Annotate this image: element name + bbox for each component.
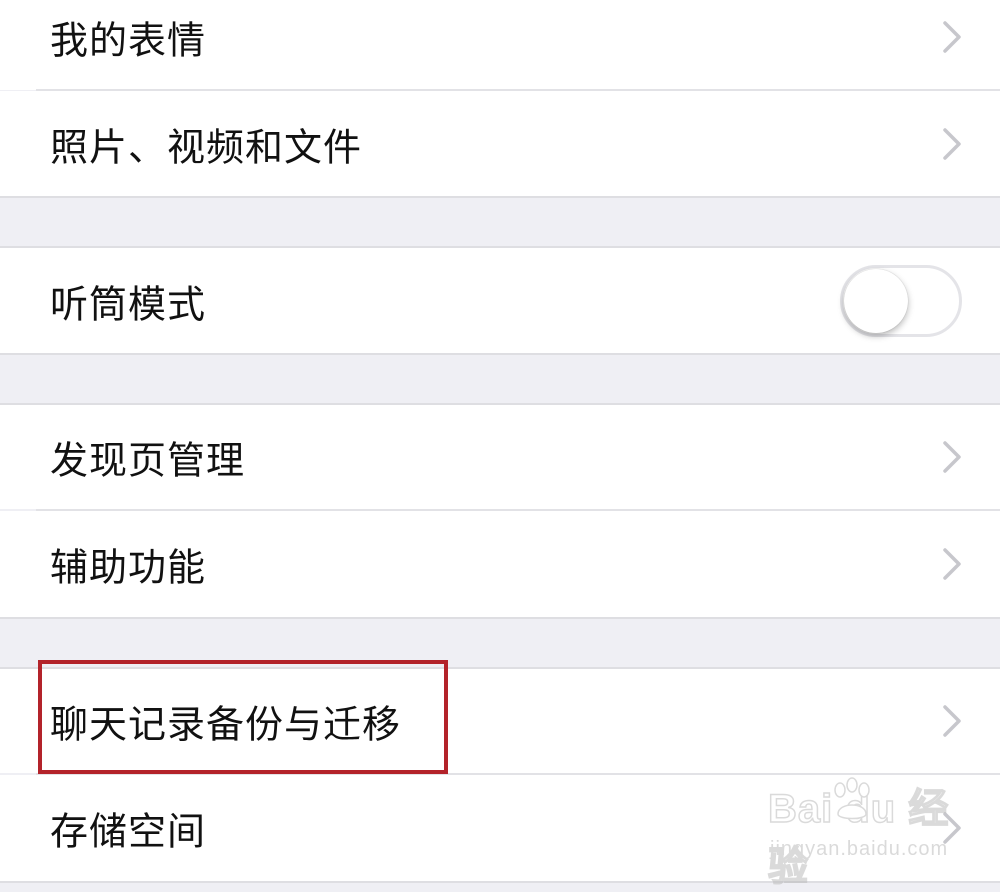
chevron-right-icon	[943, 441, 961, 473]
earpiece-mode-toggle[interactable]	[840, 264, 962, 337]
settings-row-label: 存储空间	[50, 809, 207, 854]
chevron-right-icon	[943, 128, 961, 160]
toggle-knob	[844, 268, 908, 333]
settings-row-earpiece-mode: 听筒模式	[0, 248, 1000, 353]
settings-row-label: 发现页管理	[50, 438, 246, 483]
chevron-right-icon	[943, 21, 961, 53]
settings-row-accessibility[interactable]: 辅助功能	[0, 511, 1000, 617]
settings-row-my-stickers[interactable]: 我的表情	[0, 0, 1000, 90]
chevron-right-icon	[943, 705, 961, 737]
chevron-right-icon	[943, 812, 961, 844]
settings-row-label: 听筒模式	[50, 282, 207, 326]
section-divider	[0, 196, 1000, 198]
highlight-box	[38, 660, 448, 774]
settings-row-discover-management[interactable]: 发现页管理	[0, 405, 1000, 509]
settings-row-storage[interactable]: 存储空间	[0, 775, 1000, 881]
settings-row-label: 照片、视频和文件	[50, 125, 363, 170]
settings-row-photos-videos-files[interactable]: 照片、视频和文件	[0, 91, 1000, 197]
chevron-right-icon	[943, 548, 961, 580]
section-divider	[0, 617, 1000, 619]
section-divider	[0, 881, 1000, 883]
settings-row-label: 我的表情	[50, 18, 207, 63]
section-divider	[0, 353, 1000, 355]
settings-row-label: 辅助功能	[50, 545, 207, 590]
